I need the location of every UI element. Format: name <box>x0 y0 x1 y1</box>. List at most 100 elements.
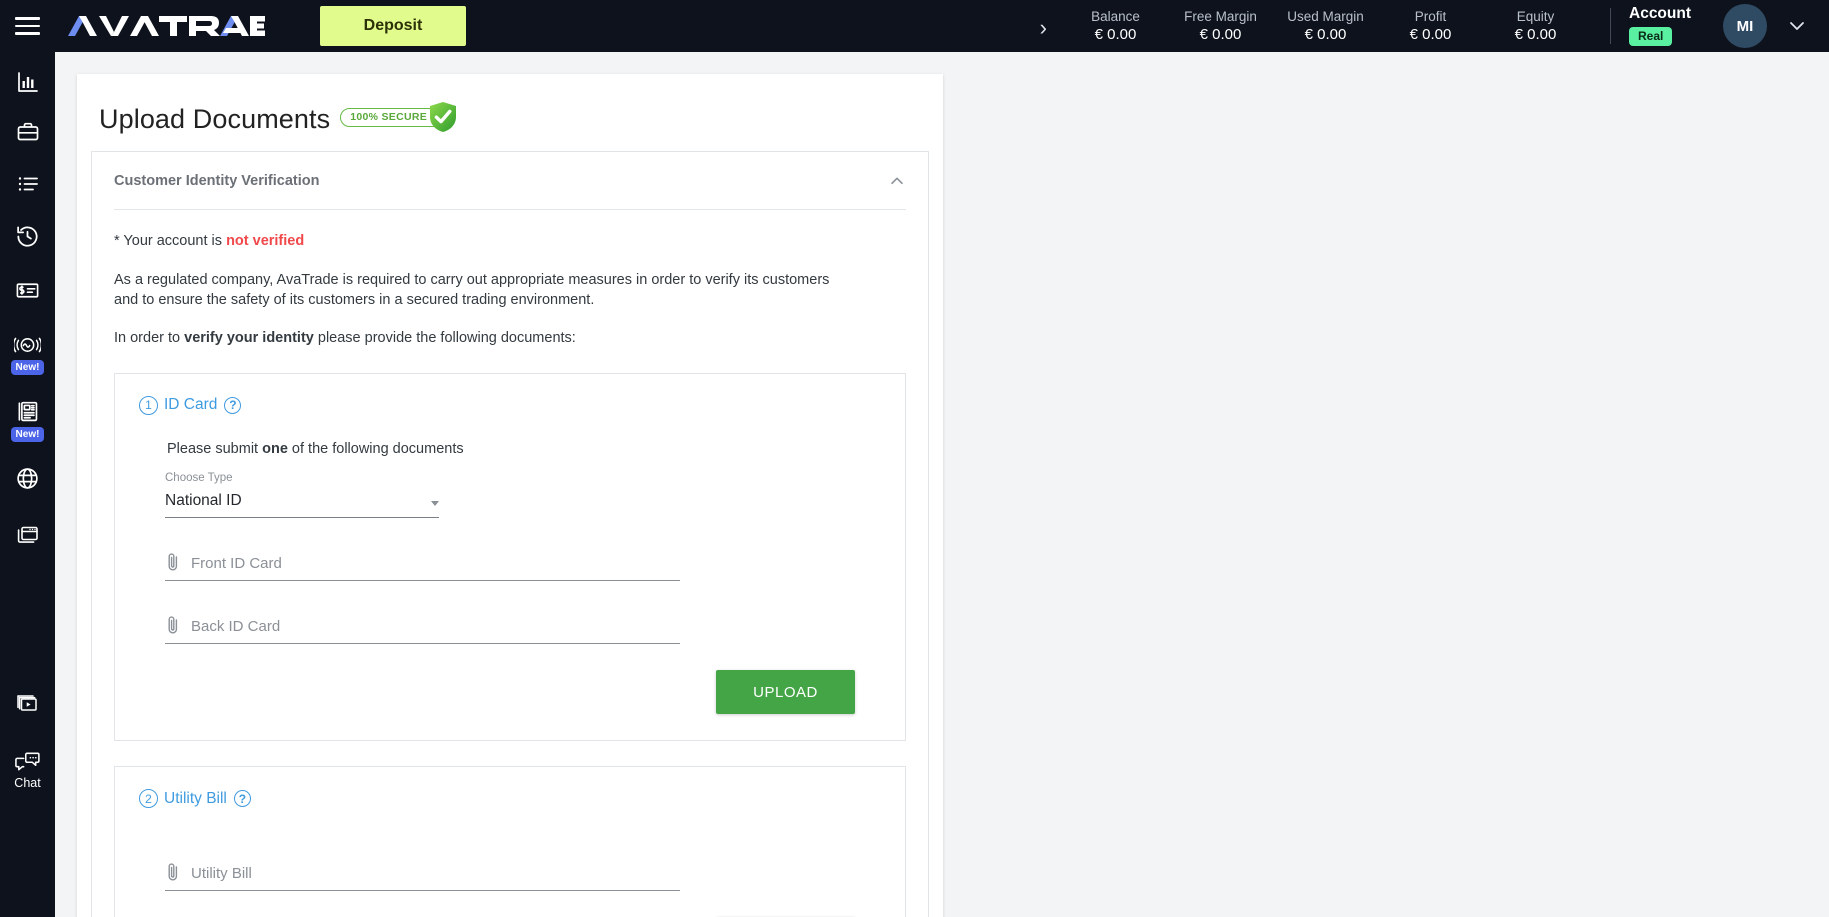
metric-label: Profit <box>1414 8 1447 24</box>
document-subtitle: Please submit one of the following docum… <box>139 441 881 457</box>
top-bar: Deposit › Balance € 0.00 Free Margin € 0… <box>0 0 1829 52</box>
metric-balance: Balance € 0.00 <box>1063 10 1168 43</box>
subtitle-bold: one <box>262 440 288 457</box>
sidebar-item-windows[interactable] <box>0 519 55 548</box>
avatrade-logo[interactable] <box>66 0 266 52</box>
front-id-card-file-input[interactable]: Front ID Card <box>165 552 680 582</box>
account-switcher[interactable]: Account Real <box>1629 6 1691 46</box>
hamburger-bar <box>15 24 40 28</box>
document-header: 1 ID Card ? <box>139 395 881 415</box>
panel-header[interactable]: Customer Identity Verification <box>92 152 928 209</box>
utility-bill-file-input[interactable]: Utility Bill <box>165 862 680 892</box>
file-placeholder: Front ID Card <box>191 554 282 572</box>
metric-equity: Equity € 0.00 <box>1483 10 1588 43</box>
file-placeholder: Back ID Card <box>191 617 281 635</box>
sidebar-item-portfolio[interactable] <box>0 116 55 144</box>
windows-stack-icon <box>15 523 41 548</box>
briefcase-icon <box>16 120 40 144</box>
account-metrics: Balance € 0.00 Free Margin € 0.00 Used M… <box>1063 10 1588 43</box>
chevron-down-icon <box>431 501 439 507</box>
sidebar-item-news[interactable]: New! <box>0 395 55 442</box>
hamburger-menu-icon[interactable] <box>0 0 55 52</box>
new-badge: New! <box>10 360 45 375</box>
history-clock-icon <box>15 224 40 249</box>
cheque-payment-icon <box>15 278 40 303</box>
sidebar-item-watchlist[interactable] <box>0 168 55 196</box>
status-value: not verified <box>226 233 305 249</box>
upload-id-card-button[interactable]: UPLOAD <box>716 670 855 715</box>
regulation-paragraph: As a regulated company, AvaTrade is requ… <box>114 271 830 308</box>
choose-type-value: National ID <box>165 492 242 510</box>
choose-type-select[interactable]: National ID <box>165 492 439 519</box>
chevron-down-icon[interactable] <box>1787 16 1807 36</box>
sidebar-item-web[interactable] <box>0 462 55 491</box>
paperclip-icon <box>165 615 181 635</box>
sidebar-item-label: Chat <box>14 776 41 790</box>
shield-check-icon <box>428 101 458 138</box>
document-title: ID Card <box>164 396 218 414</box>
document-title: Utility Bill <box>164 789 227 807</box>
list-icon <box>16 172 40 196</box>
main-content: Upload Documents 100% SECURE Customer Id… <box>55 52 1829 917</box>
metric-value: € 0.00 <box>1199 26 1242 44</box>
step-number: 2 <box>139 789 158 809</box>
document-section-utility-bill: 2 Utility Bill ? Utility Bill <box>114 766 906 917</box>
document-section-id-card: 1 ID Card ? Please submit one of the fol… <box>114 372 906 742</box>
metric-label: Equity <box>1516 8 1555 24</box>
subtitle-post: of the following documents <box>287 440 464 457</box>
newspaper-icon <box>15 399 40 424</box>
hamburger-bar <box>15 32 40 35</box>
sidebar-item-charts[interactable] <box>0 66 55 94</box>
account-title: Account <box>1629 5 1691 23</box>
divider <box>1610 8 1611 44</box>
app-root: Deposit › Balance € 0.00 Free Margin € 0… <box>0 0 1829 917</box>
account-status-line: * Your account is not verified <box>114 232 906 252</box>
upload-documents-card: Upload Documents 100% SECURE Customer Id… <box>77 74 943 917</box>
upload-row: UPLOAD <box>139 670 881 715</box>
step-number: 1 <box>139 395 158 415</box>
question-mark-icon[interactable]: ? <box>233 790 251 808</box>
signal-pulse-icon <box>14 333 41 357</box>
verification-text: * Your account is not verified As a regu… <box>114 210 906 348</box>
new-badge: New! <box>10 427 45 442</box>
page-title: Upload Documents <box>99 104 331 134</box>
question-mark-icon[interactable]: ? <box>224 396 242 414</box>
secure-badge: 100% SECURE <box>340 102 457 133</box>
chart-bar-icon <box>16 70 40 94</box>
panel-title: Customer Identity Verification <box>114 172 320 189</box>
file-placeholder: Utility Bill <box>191 864 252 882</box>
globe-icon <box>15 466 40 491</box>
sidebar-item-history[interactable] <box>0 220 55 249</box>
metric-free-margin: Free Margin € 0.00 <box>1168 10 1273 43</box>
choose-type-select-wrapper: Choose Type National ID <box>139 472 439 519</box>
metric-value: € 0.00 <box>1514 26 1557 44</box>
sidebar-item-payments[interactable] <box>0 274 55 303</box>
document-header: 2 Utility Bill ? <box>139 789 881 809</box>
sidebar-item-videos[interactable] <box>0 688 55 716</box>
avatar[interactable]: MI <box>1723 4 1767 48</box>
metric-used-margin: Used Margin € 0.00 <box>1273 10 1378 43</box>
instructions-paragraph: In order to verify your identity please … <box>114 328 830 348</box>
metric-value: € 0.00 <box>1304 26 1347 44</box>
sidebar-item-signals[interactable]: New! <box>0 329 55 375</box>
left-sidebar: New! New! Chat <box>0 52 55 917</box>
chevron-up-icon[interactable] <box>888 172 906 190</box>
subtitle-pre: Please submit <box>167 440 263 457</box>
back-id-card-file-input[interactable]: Back ID Card <box>165 615 680 645</box>
metric-label: Free Margin <box>1184 8 1257 24</box>
deposit-button[interactable]: Deposit <box>320 6 466 46</box>
panel-body: * Your account is not verified As a regu… <box>92 209 928 917</box>
metric-label: Balance <box>1091 8 1140 24</box>
paperclip-icon <box>165 862 181 882</box>
sidebar-item-chat[interactable]: Chat <box>0 746 55 790</box>
metric-label: Used Margin <box>1287 8 1364 24</box>
instructions-post: please provide the following documents: <box>313 329 576 346</box>
hamburger-bar <box>15 17 40 20</box>
metric-profit: Profit € 0.00 <box>1378 10 1483 43</box>
status-prefix: * Your account is <box>114 233 227 249</box>
paperclip-icon <box>165 552 181 572</box>
expand-metrics-arrow[interactable]: › <box>1040 17 1063 39</box>
instructions-pre: In order to <box>114 329 185 346</box>
identity-verification-panel: Customer Identity Verification * Your ac… <box>91 151 929 917</box>
video-library-icon <box>15 692 41 716</box>
